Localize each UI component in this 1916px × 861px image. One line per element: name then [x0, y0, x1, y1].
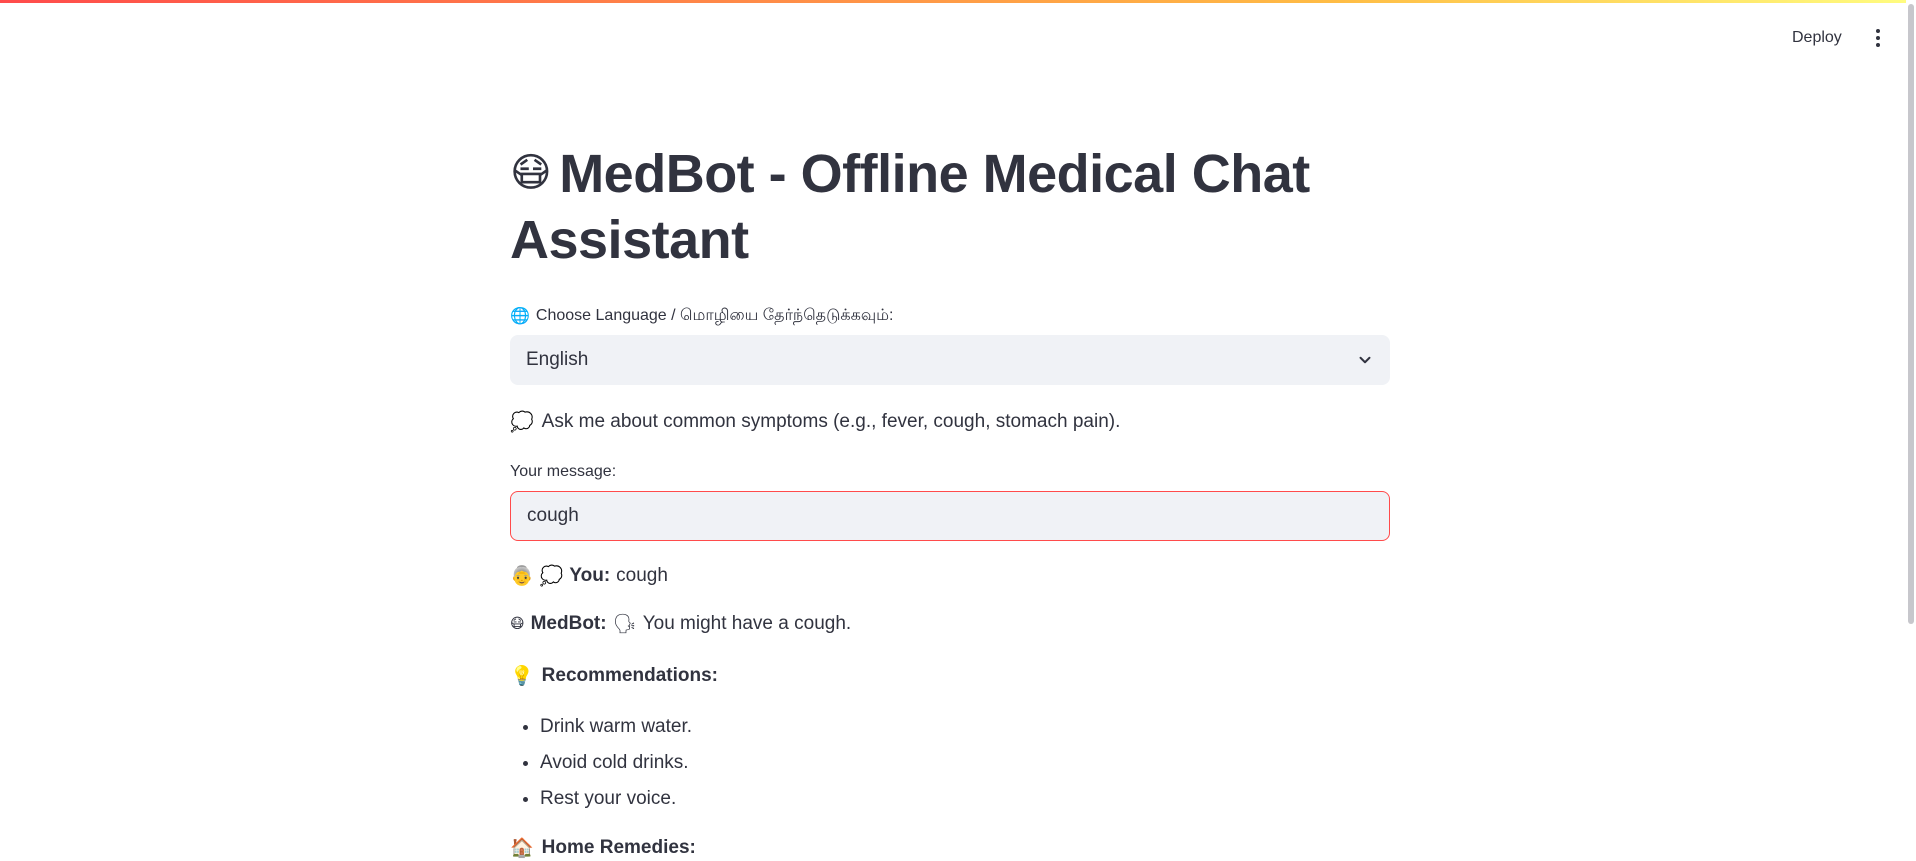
more-options-icon[interactable]: [1866, 24, 1890, 52]
page-title: 😷 MedBot - Offline Medical Chat Assistant: [510, 140, 1390, 273]
user-message-text: cough: [616, 565, 668, 586]
info-text-content: Ask me about common symptoms (e.g., feve…: [541, 411, 1121, 432]
light-bulb-icon: 💡: [510, 665, 534, 687]
home-remedies-heading: 🏠 Home Remedies:: [510, 835, 1390, 861]
language-select[interactable]: English: [510, 335, 1390, 385]
message-input[interactable]: [510, 491, 1390, 541]
page-scrollbar[interactable]: [1906, 0, 1916, 861]
main-content: 😷 MedBot - Offline Medical Chat Assistant…: [510, 140, 1390, 861]
speaking-head-icon: 🗣: [612, 613, 637, 635]
app-header: Deploy: [0, 0, 1916, 70]
user-avatar-icon: 👵 💭: [510, 565, 564, 587]
list-item: Drink warm water.: [540, 709, 1390, 745]
bot-message-text: You might have a cough.: [642, 613, 852, 634]
recommendations-heading: 💡 Recommendations:: [510, 663, 1390, 689]
house-icon: 🏠: [510, 837, 534, 859]
scrollbar-thumb[interactable]: [1908, 4, 1914, 624]
bot-name-label: MedBot:: [530, 613, 607, 634]
deploy-button[interactable]: Deploy: [1780, 22, 1854, 54]
thought-bubble-icon: 💭: [510, 411, 534, 433]
language-selected-value: English: [526, 349, 589, 370]
message-label: Your message:: [510, 463, 617, 480]
recommendations-list: Drink warm water. Avoid cold drinks. Res…: [510, 709, 1390, 817]
language-label-text: Choose Language / மொழியை தேர்ந்தெடுக்கவு…: [535, 307, 894, 324]
info-text: 💭 Ask me about common symptoms (e.g., fe…: [510, 409, 1390, 435]
language-label: 🌐 Choose Language / மொழியை தேர்ந்தெடுக்க…: [510, 305, 1390, 327]
mask-face-icon: 😷: [510, 150, 552, 196]
recommendations-title: Recommendations:: [541, 665, 718, 686]
page-title-text: MedBot - Offline Medical Chat Assistant: [510, 144, 1310, 270]
bot-avatar-icon: 😷: [510, 616, 525, 632]
list-item: Rest your voice.: [540, 781, 1390, 817]
user-chat-line: 👵 💭 You: cough: [510, 563, 1390, 589]
bot-chat-line: 😷 MedBot: 🗣 You might have a cough.: [510, 611, 1390, 637]
list-item: Avoid cold drinks.: [540, 745, 1390, 781]
user-name-label: You:: [569, 565, 611, 586]
chevron-down-icon: [1359, 356, 1371, 364]
globe-icon: 🌐: [510, 306, 530, 325]
home-remedies-title: Home Remedies:: [541, 837, 696, 858]
